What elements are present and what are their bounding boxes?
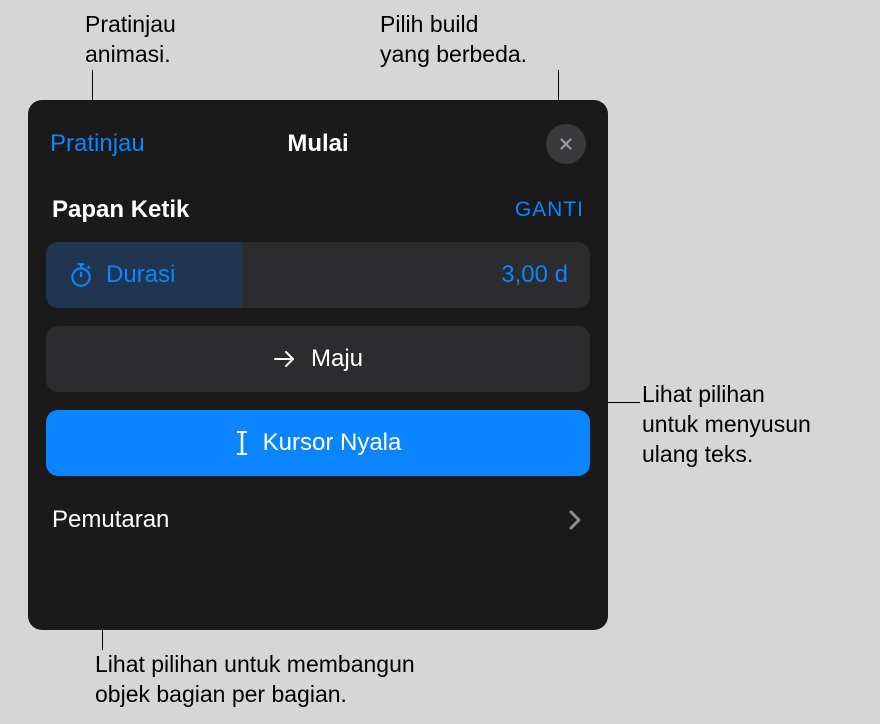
duration-label: Durasi xyxy=(106,261,175,289)
callout-text-order: Lihat pilihan untuk menyusun ulang teks. xyxy=(642,380,811,470)
cursor-label: Kursor Nyala xyxy=(263,429,402,457)
playback-label: Pemutaran xyxy=(52,506,169,534)
duration-slider[interactable]: Durasi 3,00 d xyxy=(46,242,590,308)
panel-header: Pratinjau Mulai xyxy=(46,118,590,186)
callout-build-parts: Lihat pilihan untuk membangun objek bagi… xyxy=(95,650,415,710)
cursor-button[interactable]: Kursor Nyala xyxy=(46,410,590,476)
callout-change-build: Pilih build yang berbeda. xyxy=(380,10,527,70)
stopwatch-icon xyxy=(68,262,94,288)
close-icon xyxy=(557,135,575,153)
preview-button[interactable]: Pratinjau xyxy=(50,130,145,158)
change-button[interactable]: GANTI xyxy=(515,198,584,222)
callout-preview: Pratinjau animasi. xyxy=(85,10,176,70)
cursor-icon xyxy=(235,429,249,457)
effect-name: Papan Ketik xyxy=(52,196,189,224)
playback-button[interactable]: Pemutaran xyxy=(46,502,590,534)
chevron-right-icon xyxy=(568,509,582,531)
direction-label: Maju xyxy=(311,345,363,373)
effect-row: Papan Ketik GANTI xyxy=(46,186,590,242)
animation-panel: Pratinjau Mulai Papan Ketik GANTI xyxy=(28,100,608,630)
duration-value: 3,00 d xyxy=(501,261,568,289)
panel-title: Mulai xyxy=(287,130,348,158)
close-button[interactable] xyxy=(546,124,586,164)
arrow-right-icon xyxy=(273,349,297,369)
direction-button[interactable]: Maju xyxy=(46,326,590,392)
